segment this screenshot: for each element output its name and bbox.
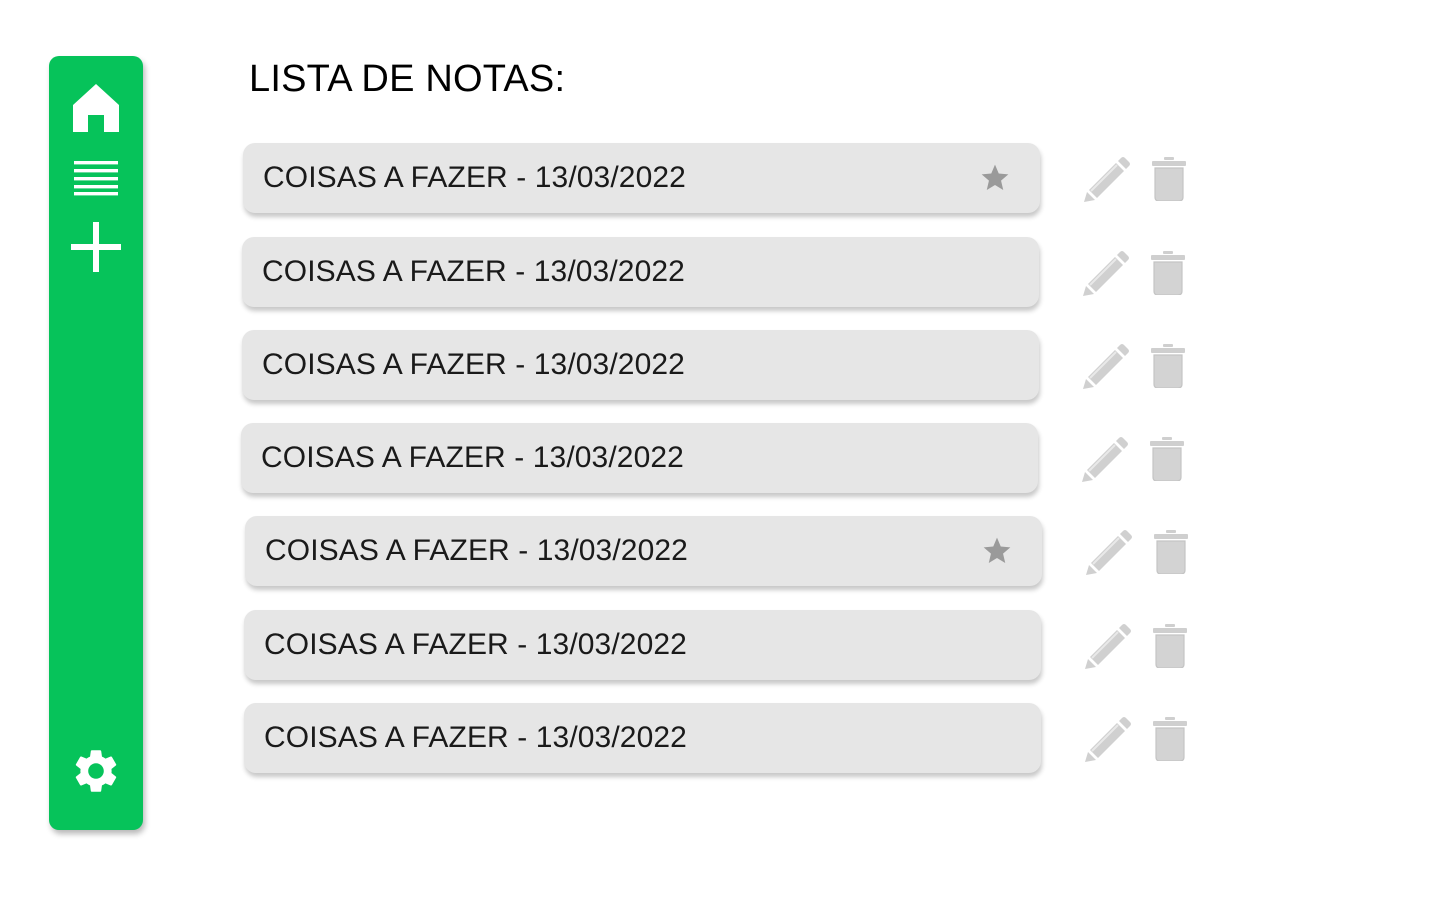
- star-icon[interactable]: [979, 162, 1011, 194]
- delete-note-button[interactable]: [1150, 437, 1184, 482]
- note-title: COISAS A FAZER - 13/03/2022: [264, 721, 687, 754]
- trash-icon: [1153, 624, 1187, 669]
- note-card[interactable]: COISAS A FAZER - 13/03/2022: [245, 516, 1042, 586]
- notes-list: COISAS A FAZER - 13/03/2022 COISAS A FAZE…: [0, 0, 1440, 900]
- notes-page: LISTA DE NOTAS: COISAS A FAZER - 13/03/2…: [0, 0, 1440, 900]
- note-title: COISAS A FAZER - 13/03/2022: [264, 628, 687, 661]
- note-card[interactable]: COISAS A FAZER - 13/03/2022: [242, 330, 1039, 400]
- trash-icon: [1152, 157, 1186, 202]
- trash-icon: [1153, 717, 1187, 762]
- delete-note-button[interactable]: [1154, 530, 1188, 575]
- pencil-icon: [1085, 717, 1131, 762]
- pencil-icon: [1083, 344, 1129, 389]
- note-card[interactable]: COISAS A FAZER - 13/03/2022: [243, 143, 1040, 213]
- delete-note-button[interactable]: [1153, 717, 1187, 762]
- edit-note-button[interactable]: [1085, 529, 1133, 575]
- pencil-icon: [1084, 157, 1130, 202]
- note-title: COISAS A FAZER - 13/03/2022: [262, 348, 685, 381]
- pencil-icon: [1082, 437, 1128, 482]
- delete-note-button[interactable]: [1152, 157, 1186, 202]
- edit-note-button[interactable]: [1081, 436, 1129, 482]
- pencil-icon: [1085, 624, 1131, 669]
- trash-icon: [1151, 251, 1185, 296]
- delete-note-button[interactable]: [1151, 344, 1185, 389]
- trash-icon: [1150, 437, 1184, 482]
- delete-note-button[interactable]: [1151, 251, 1185, 296]
- edit-note-button[interactable]: [1082, 250, 1130, 296]
- edit-note-button[interactable]: [1083, 156, 1131, 202]
- note-card[interactable]: COISAS A FAZER - 13/03/2022: [242, 237, 1039, 307]
- trash-icon: [1154, 530, 1188, 575]
- note-title: COISAS A FAZER - 13/03/2022: [265, 534, 688, 567]
- note-card[interactable]: COISAS A FAZER - 13/03/2022: [244, 703, 1041, 773]
- edit-note-button[interactable]: [1082, 343, 1130, 389]
- edit-note-button[interactable]: [1084, 623, 1132, 669]
- star-icon[interactable]: [981, 535, 1013, 567]
- delete-note-button[interactable]: [1153, 624, 1187, 669]
- trash-icon: [1151, 344, 1185, 389]
- note-card[interactable]: COISAS A FAZER - 13/03/2022: [244, 610, 1041, 680]
- note-title: COISAS A FAZER - 13/03/2022: [263, 161, 686, 194]
- note-card[interactable]: COISAS A FAZER - 13/03/2022: [241, 423, 1038, 493]
- edit-note-button[interactable]: [1084, 716, 1132, 762]
- note-title: COISAS A FAZER - 13/03/2022: [262, 255, 685, 288]
- pencil-icon: [1083, 251, 1129, 296]
- pencil-icon: [1086, 530, 1132, 575]
- note-title: COISAS A FAZER - 13/03/2022: [261, 441, 684, 474]
